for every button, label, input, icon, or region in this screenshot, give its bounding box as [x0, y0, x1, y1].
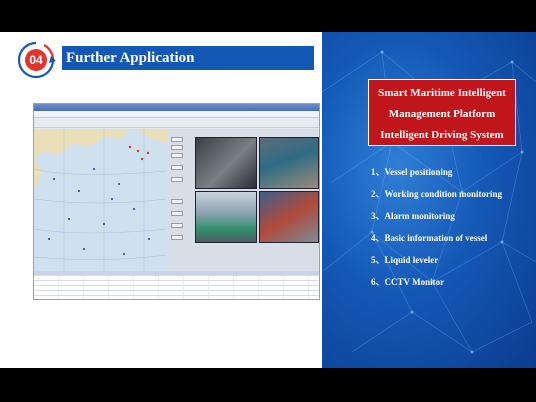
- panel-control: [171, 235, 183, 240]
- screenshot-map: [34, 129, 167, 271]
- panel-control: [171, 199, 183, 204]
- camera-feed-1: [195, 137, 257, 189]
- top-letterbox: [0, 0, 536, 32]
- camera-feed-2: [259, 137, 319, 189]
- map-graphic: [34, 129, 167, 271]
- panel-control: [171, 145, 183, 150]
- section-number: 04: [25, 49, 47, 71]
- panel-control: [171, 137, 183, 142]
- screenshot-titlebar: [34, 104, 319, 111]
- software-screenshot: [33, 103, 320, 300]
- panel-control: [171, 165, 183, 170]
- feature-item-3: 3、Alarm monitoring: [371, 211, 455, 221]
- screenshot-toolbar: [34, 118, 319, 128]
- screenshot-camera-panel: [167, 129, 319, 271]
- section-badge: 04: [14, 40, 58, 80]
- camera-feed-4: [259, 191, 319, 243]
- feature-item-4: 4、Basic information of vessel: [371, 233, 488, 243]
- info-line-3: Intelligent Driving System: [380, 129, 504, 141]
- feature-item-2: 2、Working condition monitoring: [371, 189, 503, 199]
- screenshot-data-table: [34, 271, 319, 299]
- feature-item-1: 1、Vessel positioning: [371, 167, 453, 177]
- panel-control: [171, 153, 183, 158]
- feature-list: 1、Vessel positioning 2、Working condition…: [371, 165, 531, 297]
- info-line-2: Management Platform: [388, 108, 496, 120]
- panel-control: [171, 223, 183, 228]
- slide: 04 Further Application Smart Maritime In…: [0, 0, 536, 402]
- panel-control: [171, 177, 183, 182]
- info-line-1: Smart Maritime Intelligent: [378, 87, 506, 99]
- feature-item-5: 5、Liquid leveler: [371, 255, 439, 265]
- feature-item-6: 6、CCTV Monitor: [371, 277, 445, 287]
- table-row: [34, 296, 319, 299]
- platform-info-box: Smart Maritime Intelligent Management Pl…: [368, 79, 516, 146]
- screenshot-menubar: [34, 111, 319, 118]
- bottom-letterbox: [0, 368, 536, 402]
- panel-control: [171, 211, 183, 216]
- camera-feed-3: [195, 191, 257, 243]
- page-title: Further Application: [62, 46, 314, 70]
